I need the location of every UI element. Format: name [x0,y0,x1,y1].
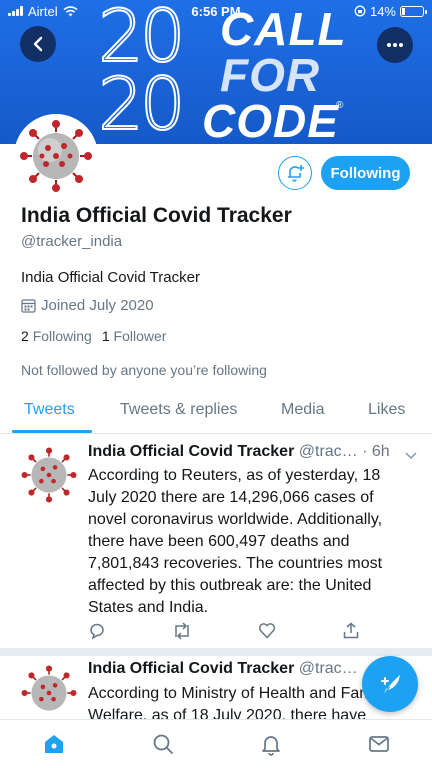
banner-registered-mark: ® [336,100,344,111]
nav-messages[interactable] [365,730,393,758]
profile-bio: India Official Covid Tracker [21,269,200,286]
following-count: 2 [21,328,29,344]
like-icon [258,623,276,639]
messages-icon [369,736,389,752]
tweet-actions [88,622,368,642]
reply-button[interactable] [88,622,106,645]
calendar-icon [21,299,36,313]
joined-date: Joined July 2020 [21,297,154,314]
search-icon [153,734,173,754]
not-followed-note: Not followed by anyone you’re following [21,362,267,378]
nav-search[interactable] [149,730,177,758]
coronavirus-avatar-image [18,118,94,194]
following-count-link[interactable]: 2 Following [21,328,92,344]
share-icon [343,622,359,639]
compose-tweet-button[interactable] [362,656,418,712]
notifications-icon [262,736,280,756]
tab-tweets[interactable]: Tweets [24,401,75,419]
tweet-header: India Official Covid Tracker @trac… · 6h [88,443,424,461]
tweet-text: According to Ministry of Health and Fami… [88,685,388,719]
status-time: 6:56 PM [191,3,241,19]
profile-handle: @tracker_india [21,233,123,250]
notification-bell-plus-icon [288,165,304,182]
coronavirus-avatar-image [20,664,78,719]
banner-word-for: FOR [220,49,321,101]
tweet-separator: · [357,443,372,460]
tab-media[interactable]: Media [281,401,325,419]
profile-name: India Official Covid Tracker [21,204,292,227]
joined-label: Joined July 2020 [41,297,154,314]
follow-counts: 2 Following 1 Follower [21,328,166,344]
chevron-down-icon[interactable] [405,452,417,460]
bottom-navigation [0,719,432,768]
active-tab-indicator [12,430,92,433]
coronavirus-avatar-image [20,446,78,504]
status-bar: Airtel 6:56 PM 14% [0,0,432,22]
tweet-avatar[interactable] [20,446,78,504]
tweet-author-name: India Official Covid Tracker [88,443,295,460]
battery-icon [400,5,427,17]
reply-icon [90,623,104,640]
followers-count-link[interactable]: 1 Follower [102,328,167,344]
banner-word-code: CODE [202,95,339,144]
retweet-icon [175,622,189,640]
tweet-author-handle: @trac… [298,443,358,460]
notifications-toggle-button[interactable] [278,156,312,190]
more-icon [387,43,403,47]
profile-tabs: Tweets Tweets & replies Media Likes [0,390,432,434]
tweet-text: According to Reuters, as of yesterday, 1… [88,467,383,616]
back-arrow-icon [33,36,43,52]
following-button[interactable]: Following [321,156,410,190]
profile-avatar[interactable] [14,114,98,198]
tweet-time: 6h [371,443,390,460]
tab-likes[interactable]: Likes [368,401,405,419]
banner-number-bottom: 20 [97,62,187,144]
tweet[interactable]: India Official Covid Tracker @trac… · 6h… [0,434,432,648]
tweet-author-name: India Official Covid Tracker [88,660,295,677]
retweet-button[interactable] [172,622,192,645]
compose-icon [381,675,400,694]
back-button[interactable] [20,26,56,62]
tweet-author-handle: @trac… [298,660,358,677]
nav-notifications[interactable] [257,730,285,758]
followers-count: 1 [101,328,110,344]
tweet-avatar[interactable] [20,664,78,719]
home-icon [45,735,63,753]
more-options-button[interactable] [377,27,413,63]
tab-tweets-and-replies[interactable]: Tweets & replies [120,401,237,419]
share-button[interactable] [343,622,359,644]
following-count-label: Following [32,328,92,344]
tweet-divider [0,648,432,656]
followers-count-label: Follower [113,328,167,344]
nav-home[interactable] [40,730,68,758]
like-button[interactable] [258,622,276,644]
